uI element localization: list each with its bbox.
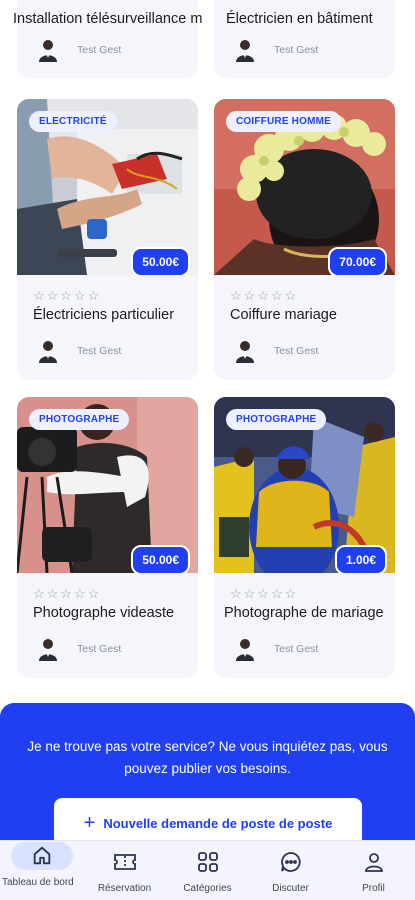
- category-badge: PHOTOGRAPHE: [29, 409, 130, 430]
- nav-item-categories[interactable]: Catégories: [166, 841, 249, 900]
- author-name: Test Gest: [77, 643, 122, 655]
- home-icon: [10, 842, 73, 870]
- service-author: Test Gest: [234, 339, 318, 363]
- avatar: [37, 38, 59, 62]
- service-title: Électricien en bâtiment: [226, 11, 373, 27]
- grid-icon: [188, 849, 228, 875]
- bottom-navigation: Tableau de bord Réservation Catégories D…: [0, 840, 415, 900]
- plus-icon: +: [83, 812, 96, 834]
- rating-stars: ☆☆☆☆☆: [230, 288, 299, 303]
- service-title: Électriciens particulier: [33, 307, 175, 323]
- author-name: Test Gest: [77, 345, 122, 357]
- avatar: [37, 339, 59, 363]
- service-image: PHOTOGRAPHE 50.00€: [17, 397, 198, 573]
- author-name: Test Gest: [274, 643, 319, 655]
- service-image: ELECTRICITÉ 50.00€: [17, 99, 198, 275]
- ticket-icon: [105, 849, 145, 875]
- nav-item-profile[interactable]: Profil: [332, 841, 415, 900]
- service-title: Photographe videaste: [33, 605, 175, 621]
- service-card[interactable]: Électricien en bâtiment Test Gest: [214, 0, 395, 78]
- service-author: Test Gest: [37, 38, 121, 62]
- service-title: Installation télésurveillance m: [13, 11, 203, 27]
- author-name: Test Gest: [77, 44, 122, 56]
- author-name: Test Gest: [274, 345, 319, 357]
- service-image: COIFFURE HOMME 70.00€: [214, 99, 395, 275]
- service-author: Test Gest: [234, 38, 318, 62]
- banner-message: Je ne trouve pas votre service? Ne vous …: [27, 739, 388, 776]
- service-image: PHOTOGRAPHE 1.00€: [214, 397, 395, 573]
- author-name: Test Gest: [274, 44, 319, 56]
- nav-label: Profil: [362, 883, 385, 894]
- service-card[interactable]: ELECTRICITÉ 50.00€ ☆☆☆☆☆ Électriciens pa…: [17, 99, 198, 380]
- service-title: Photographe de mariage: [224, 605, 384, 621]
- price-badge: 1.00€: [334, 545, 387, 573]
- rating-stars: ☆☆☆☆☆: [33, 586, 102, 601]
- category-badge: PHOTOGRAPHE: [226, 409, 327, 430]
- nav-item-chat[interactable]: Discuter: [249, 841, 332, 900]
- nav-item-dashboard[interactable]: Tableau de bord: [0, 841, 83, 900]
- category-badge: COIFFURE HOMME: [226, 111, 342, 132]
- nav-item-reservation[interactable]: Réservation: [83, 841, 166, 900]
- new-request-button-label: Nouvelle demande de poste de poste: [103, 816, 333, 831]
- service-author: Test Gest: [234, 637, 318, 661]
- service-title: Coiffure mariage: [230, 307, 337, 323]
- nav-label: Catégories: [183, 883, 232, 894]
- avatar: [234, 637, 256, 661]
- service-card[interactable]: PHOTOGRAPHE 50.00€ ☆☆☆☆☆ Photographe vid…: [17, 397, 198, 678]
- price-badge: 70.00€: [328, 247, 387, 275]
- person-icon: [354, 849, 394, 875]
- service-card[interactable]: Installation télésurveillance m Test Ges…: [13, 0, 202, 78]
- rating-stars: ☆☆☆☆☆: [33, 288, 102, 303]
- chat-icon: [271, 849, 311, 875]
- service-author: Test Gest: [37, 339, 121, 363]
- nav-label: Discuter: [272, 883, 309, 894]
- rating-stars: ☆☆☆☆☆: [230, 586, 299, 601]
- price-badge: 50.00€: [131, 545, 190, 573]
- nav-label: Réservation: [97, 883, 152, 894]
- service-card[interactable]: COIFFURE HOMME 70.00€ ☆☆☆☆☆ Coiffure mar…: [214, 99, 395, 380]
- avatar: [37, 637, 59, 661]
- service-author: Test Gest: [37, 637, 121, 661]
- avatar: [234, 339, 256, 363]
- service-card[interactable]: PHOTOGRAPHE 1.00€ ☆☆☆☆☆ Photographe de m…: [214, 397, 395, 678]
- nav-label: Tableau de bord: [2, 877, 74, 888]
- price-badge: 50.00€: [131, 247, 190, 275]
- category-badge: ELECTRICITÉ: [29, 111, 117, 132]
- avatar: [234, 38, 256, 62]
